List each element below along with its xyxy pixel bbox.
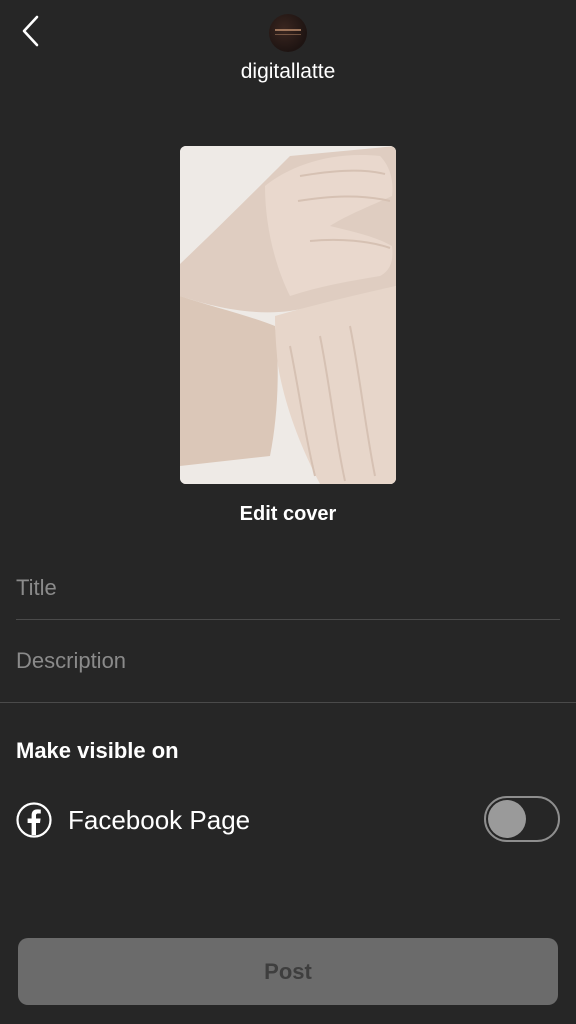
back-button[interactable] xyxy=(14,14,48,48)
divider xyxy=(16,619,560,620)
cover-photo-hands xyxy=(180,146,396,484)
edit-cover-button[interactable]: Edit cover xyxy=(0,503,576,526)
avatar xyxy=(269,14,307,52)
facebook-page-row: Facebook Page xyxy=(16,794,560,846)
title-field[interactable] xyxy=(16,560,560,616)
toggle-knob xyxy=(488,800,526,838)
create-post-screen: digitallatte Edit cover Make visible on xyxy=(0,0,576,1024)
cover-image[interactable] xyxy=(180,146,396,484)
avatar-logo-mark xyxy=(275,29,301,31)
facebook-page-toggle[interactable] xyxy=(484,796,560,842)
facebook-page-label: Facebook Page xyxy=(68,804,251,835)
chevron-left-icon xyxy=(22,15,39,47)
title-input[interactable] xyxy=(16,575,560,601)
make-visible-heading: Make visible on xyxy=(16,738,179,763)
avatar-logo-mark xyxy=(275,34,301,35)
divider xyxy=(0,702,576,703)
facebook-icon xyxy=(16,802,52,838)
description-input[interactable] xyxy=(16,648,560,674)
description-field[interactable] xyxy=(16,633,560,689)
username: digitallatte xyxy=(240,60,336,83)
post-button[interactable]: Post xyxy=(18,938,558,1005)
